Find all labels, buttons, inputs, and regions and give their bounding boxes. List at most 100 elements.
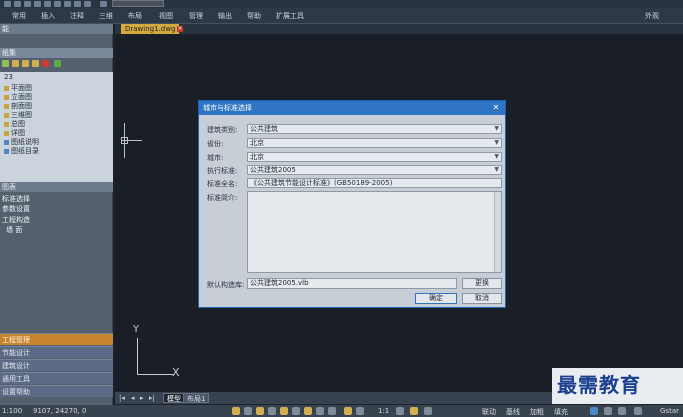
undo-icon[interactable] [54,1,61,7]
sidebar-header: 能 [0,24,113,34]
scrollbar[interactable] [494,192,501,272]
change-button[interactable]: 更换 [462,278,502,289]
settings-icon[interactable] [618,407,626,415]
folder-icon [4,94,9,100]
intro-textarea[interactable] [247,191,502,273]
dropdown-icon[interactable] [100,1,107,7]
full-name-label: 标准全名: [207,180,238,188]
ok-button[interactable]: 确定 [415,293,457,304]
tab-layout1[interactable]: 布局1 [183,393,210,403]
first-tab-icon[interactable]: |◂ [119,394,125,402]
nav-energy-design[interactable]: 节能设计 [0,346,113,358]
menu-insert[interactable]: 插入 [41,11,55,21]
standard-select[interactable]: 公共建筑2005 ▼ [247,165,502,175]
full-name-field[interactable]: 《公共建筑节能设计标准》(GB50189-2005) [247,178,502,188]
menu-annotate[interactable]: 注释 [70,11,84,21]
save-as-icon[interactable] [34,1,41,7]
ribbon-menu-bar: 常用 插入 注释 三维 布局 视图 管理 输出 帮助 扩展工具 外观 [0,8,683,24]
toggle-link[interactable]: 联动 [482,407,496,417]
close-icon[interactable]: ✕ [491,103,501,113]
otrack-icon[interactable] [292,407,300,415]
document-tab-bar: Drawing1.dwg × [115,24,683,34]
hardware-icon[interactable] [424,407,432,415]
menu-extensions[interactable]: 扩展工具 [276,11,304,21]
prev-tab-icon[interactable]: ◂ [131,394,135,402]
list-item[interactable]: 工程构造 [0,215,113,225]
quick-props-icon[interactable] [316,407,324,415]
building-type-select[interactable]: 公共建筑 ▼ [247,124,502,134]
list-item[interactable]: 墙 面 [0,225,113,235]
menu-help[interactable]: 帮助 [247,11,261,21]
annotation-visibility-icon[interactable] [356,407,364,415]
toggle-bold[interactable]: 加粗 [530,407,544,417]
province-select[interactable]: 北京 ▼ [247,138,502,148]
appearance-menu[interactable]: 外观 [645,11,659,21]
plot-icon[interactable] [74,1,81,7]
library-field[interactable]: 公共建筑2005.vlb [247,278,457,289]
nav-building-design[interactable]: 建筑设计 [0,359,113,371]
grid-icon[interactable] [244,407,252,415]
close-icon[interactable]: × [177,26,183,32]
intro-label: 标准简介: [207,194,238,202]
import-icon[interactable] [32,60,39,67]
ucs-x-label: X [172,366,180,379]
watermark-logo: 最需教育 [557,373,641,397]
ortho-icon[interactable] [256,407,264,415]
save-icon[interactable] [24,1,31,7]
cleanscreen-icon[interactable] [590,407,598,415]
redo-icon[interactable] [64,1,71,7]
brand-label: Gstar [660,407,679,415]
menu-view[interactable]: 视图 [159,11,173,21]
lineweight-icon[interactable] [304,407,312,415]
new-file-icon[interactable] [4,1,11,7]
document-icon [4,148,9,154]
ucs-y-axis [137,338,138,374]
nav-general-tools[interactable]: 通用工具 [0,372,113,384]
snap-icon[interactable] [232,407,240,415]
open-file-icon[interactable] [14,1,21,7]
nav-settings-help[interactable]: 设置帮助 [0,385,113,397]
toggle-baseline[interactable]: 基线 [506,407,520,417]
next-tab-icon[interactable]: ▸ [140,394,144,402]
menu-output[interactable]: 输出 [218,11,232,21]
document-tab[interactable]: Drawing1.dwg [121,24,180,34]
osnap-icon[interactable] [280,407,288,415]
annotation-icon[interactable] [344,407,352,415]
folder-icon [4,112,9,118]
new-sheet-icon[interactable] [2,60,9,67]
fullscreen-icon[interactable] [634,407,642,415]
annotation-scale[interactable]: 1:1 [378,407,389,415]
menu-home[interactable]: 常用 [12,11,26,21]
list-item[interactable]: 标准选择 [0,194,113,204]
menu-manage[interactable]: 管理 [189,11,203,21]
print-icon[interactable] [44,1,51,7]
open-folder-icon[interactable] [12,60,19,67]
nav-project-management[interactable]: 工程管理 [0,333,113,345]
dialog-title: 城市与标准选择 [199,101,505,115]
last-tab-icon[interactable]: ▸| [149,394,155,402]
list-item[interactable]: 参数设置 [0,204,113,214]
cancel-button[interactable]: 取消 [462,293,502,304]
refresh-icon[interactable] [54,60,61,67]
folder-icon [4,103,9,109]
tab-model[interactable]: 模型 [163,393,185,403]
menu-3d[interactable]: 三维 [99,11,113,21]
tree-root[interactable]: 23 [4,73,13,81]
folder-icon[interactable] [22,60,29,67]
folder-icon [4,130,9,136]
workspace-combo[interactable] [112,0,164,7]
list-item[interactable]: 图纸目录 [4,146,39,156]
scale-readout[interactable]: 1:100 [2,407,22,415]
city-select[interactable]: 北京 ▼ [247,152,502,162]
polar-icon[interactable] [268,407,276,415]
toggle-fill[interactable]: 填充 [554,407,568,417]
diagram-list-header[interactable]: 图表 [0,182,113,192]
bulb-icon[interactable] [604,407,612,415]
menu-layout[interactable]: 布局 [128,11,142,21]
delete-icon[interactable] [42,60,49,67]
workspace-switch-icon[interactable] [396,407,404,415]
selection-cycle-icon[interactable] [328,407,336,415]
workspace-icon[interactable] [84,1,91,7]
sheet-set-section[interactable]: 纸集 [0,48,113,58]
lock-icon[interactable] [410,407,418,415]
